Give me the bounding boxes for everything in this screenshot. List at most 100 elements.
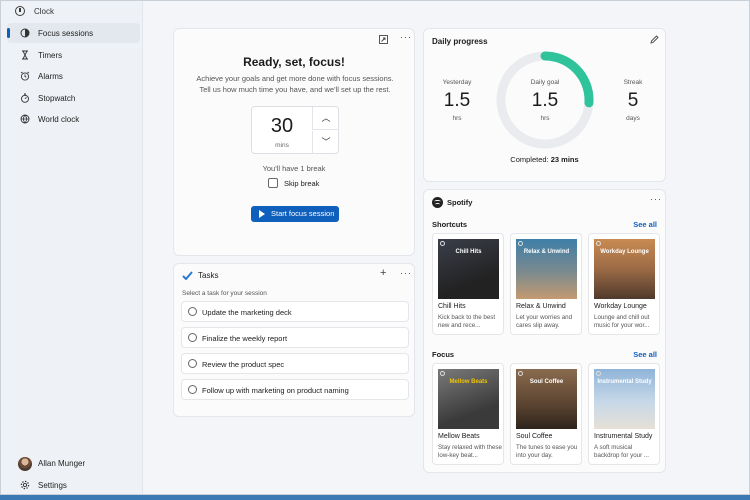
status-dot (596, 371, 601, 376)
yesterday-label: Yesterday (442, 79, 472, 86)
daily-goal-unit: hrs (540, 115, 550, 122)
minutes-unit: mins (275, 142, 289, 149)
sidebar-item-label: Settings (38, 481, 67, 490)
add-task-icon[interactable]: + (380, 267, 386, 279)
main-content: ··· Ready, set, focus! Achieve your goal… (142, 1, 749, 494)
playlist-description: Lounge and chill out music for your wor.… (594, 314, 650, 329)
task-label: Follow up with marketing on product nami… (202, 386, 349, 395)
daily-progress-title: Daily progress (432, 37, 488, 46)
task-radio[interactable] (188, 359, 197, 368)
sidebar-item-timers[interactable]: Timers (7, 45, 140, 65)
playlist-title: Soul Coffee (516, 433, 553, 440)
play-icon (259, 210, 265, 218)
playlist-title: Relax & Unwind (516, 303, 566, 310)
avatar[interactable] (18, 457, 32, 471)
decrease-minutes-button[interactable]: ﹀ (312, 131, 339, 154)
playlist-description: The tunes to ease you into your day. (516, 444, 578, 459)
hourglass-icon (22, 50, 28, 60)
user-name[interactable]: Allan Munger (38, 459, 85, 468)
sidebar-item-label: World clock (38, 115, 80, 124)
globe-icon (20, 114, 30, 124)
daily-goal-label: Daily goal (530, 79, 560, 86)
task-radio[interactable] (188, 333, 197, 342)
spotify-icon (432, 197, 443, 208)
completed-time: Completed: 23 mins (424, 155, 665, 164)
sidebar-item-settings[interactable]: Settings (7, 475, 140, 494)
app-title: Clock (34, 7, 55, 16)
pop-out-icon[interactable] (379, 35, 388, 44)
shortcuts-see-all-link[interactable]: See all (633, 220, 657, 229)
more-options-icon[interactable]: ··· (400, 32, 412, 42)
sidebar-item-world-clock[interactable]: World clock (7, 109, 140, 129)
task-item[interactable]: Update the marketing deck (181, 301, 409, 322)
status-dot (440, 241, 445, 246)
status-dot (440, 371, 445, 376)
daily-progress-card: Daily progress Yesterday 1.5 hrs Daily g… (423, 28, 666, 182)
todo-check-icon (182, 271, 193, 280)
sidebar-item-label: Alarms (38, 72, 63, 81)
artwork-label: Soul Coffee (529, 379, 564, 385)
playlist-tile-relax-unwind[interactable]: Relax & Unwind Relax & Unwind Let your w… (510, 233, 582, 335)
break-info: You'll have 1 break (262, 164, 326, 173)
playlist-description: Kick back to the best new and rece... (438, 314, 496, 329)
playlist-tile-chill-hits[interactable]: Chill Hits Chill Hits Kick back to the b… (432, 233, 504, 335)
minutes-value[interactable]: 30 (252, 115, 312, 138)
focus-icon (20, 28, 30, 38)
playlist-artwork: Workday Lounge (594, 239, 655, 299)
sidebar-item-stopwatch[interactable]: Stopwatch (7, 88, 140, 108)
streak-value: 5 (627, 90, 639, 111)
more-options-icon[interactable]: ··· (650, 194, 662, 204)
start-button-label: Start focus session (271, 209, 335, 218)
playlist-tile-instrumental-study[interactable]: Instrumental Study Instrumental Study A … (588, 363, 660, 465)
streak-label: Streak (623, 79, 643, 86)
artwork-label: Workday Lounge (600, 249, 649, 255)
task-radio[interactable] (188, 385, 197, 394)
clock-app-icon (15, 6, 25, 16)
sidebar-item-label: Focus sessions (38, 29, 94, 38)
task-item[interactable]: Follow up with marketing on product nami… (181, 379, 409, 400)
playlist-tile-soul-coffee[interactable]: Soul Coffee Soul Coffee The tunes to eas… (510, 363, 582, 465)
artwork-label: Relax & Unwind (523, 249, 570, 255)
edit-icon[interactable] (650, 35, 659, 44)
task-label: Review the product spec (202, 360, 285, 369)
playlist-description: Stay relaxed with these low-key beat... (438, 444, 502, 459)
spotify-title: Spotify (447, 198, 473, 207)
task-radio[interactable] (188, 307, 197, 316)
minutes-stepper[interactable]: 30 mins ︿ ﹀ (251, 106, 339, 154)
skip-break-label: Skip break (284, 179, 320, 188)
start-focus-session-button[interactable]: Start focus session (251, 206, 339, 222)
task-item[interactable]: Finalize the weekly report (181, 327, 409, 348)
playlist-title: Chill Hits (438, 303, 466, 310)
playlist-tile-mellow-beats[interactable]: Mellow Beats Mellow Beats Stay relaxed w… (432, 363, 504, 465)
playlist-artwork: Mellow Beats (438, 369, 499, 429)
streak-unit: days (626, 115, 640, 122)
playlist-artwork: Soul Coffee (516, 369, 577, 429)
focus-heading: Focus (432, 350, 455, 359)
playlist-tile-workday-lounge[interactable]: Workday Lounge Workday Lounge Lounge and… (588, 233, 660, 335)
tasks-subtitle: Select a task for your session (182, 290, 267, 297)
yesterday-unit: hrs (452, 115, 462, 122)
alarm-icon (20, 71, 30, 81)
sidebar-item-alarms[interactable]: Alarms (7, 66, 140, 86)
task-item[interactable]: Review the product spec (181, 353, 409, 374)
focus-see-all-link[interactable]: See all (633, 350, 657, 359)
playlist-title: Workday Lounge (594, 303, 647, 310)
status-dot (596, 241, 601, 246)
playlist-artwork: Chill Hits (438, 239, 499, 299)
daily-goal-value: 1.5 (531, 90, 559, 111)
skip-break-checkbox[interactable] (268, 178, 278, 188)
status-dot (518, 371, 523, 376)
sidebar-item-focus-sessions[interactable]: Focus sessions (7, 23, 140, 43)
focus-title: Ready, set, focus! (243, 55, 345, 69)
stopwatch-icon (21, 93, 29, 103)
tasks-card: Tasks + ··· Select a task for your sessi… (173, 263, 415, 417)
increase-minutes-button[interactable]: ︿ (312, 107, 339, 130)
sidebar: Focus sessions Timers Alarms Stopwatch W… (1, 21, 142, 494)
yesterday-value: 1.5 (443, 90, 471, 111)
playlist-description: Let your worries and cares slip away. (516, 314, 573, 329)
playlist-artwork: Relax & Unwind (516, 239, 577, 299)
gear-icon (20, 480, 30, 490)
artwork-label: Instrumental Study (597, 379, 652, 385)
playlist-title: Mellow Beats (438, 433, 480, 440)
more-options-icon[interactable]: ··· (400, 268, 412, 278)
